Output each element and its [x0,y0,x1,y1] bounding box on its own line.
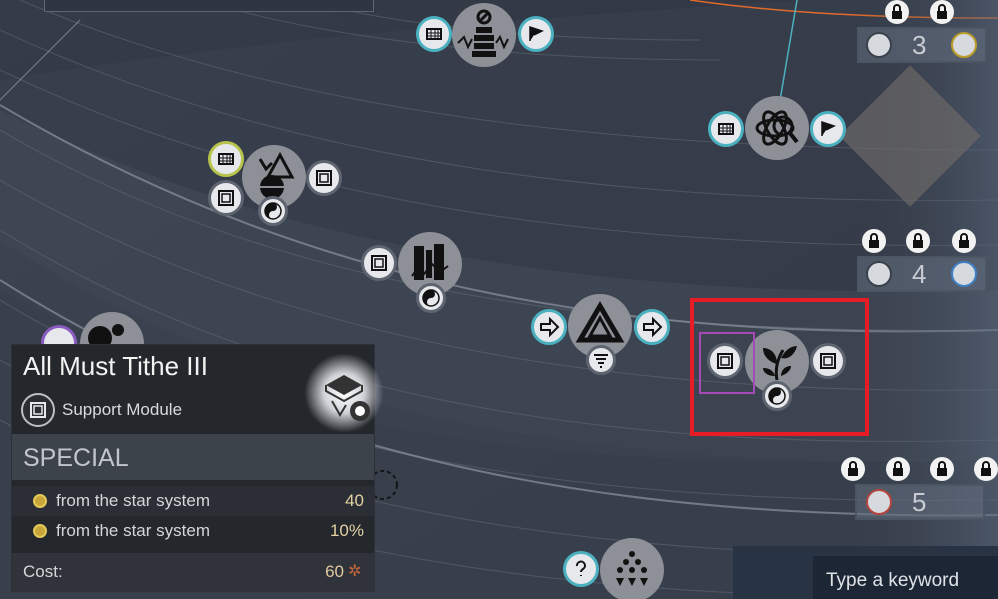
lock-icon [862,229,886,253]
tier-5-box[interactable]: 5 [855,484,985,520]
flag-icon[interactable] [810,111,846,147]
support-module-icon [21,393,55,427]
question-icon [866,32,892,58]
tier-3-box[interactable]: 3 [857,27,987,63]
effect-value: 10% [329,521,364,540]
lock-icon [930,457,954,481]
cost-label: Cost: [23,562,63,581]
cube-icon [951,32,977,58]
lock-icon [885,0,909,24]
tech-tree-canvas[interactable]: 3 4 5 All Must Tithe III Support Module … [0,0,998,599]
question-icon[interactable] [563,551,599,587]
census-icon[interactable] [708,111,744,147]
yin-yang-icon [258,196,288,226]
module-type-label: Support Module [62,400,183,419]
science-gear-icon: ✲ [348,563,362,580]
census-icon[interactable] [208,141,244,177]
cost-row: Cost: 60 ✲ [12,553,374,591]
cube-icon[interactable] [306,160,342,196]
tier-number: 4 [912,259,927,289]
lock-icon [906,229,930,253]
census-icon[interactable] [416,16,452,52]
atom-eye-icon[interactable] [745,96,809,160]
lock-icon [974,457,998,481]
lock-icon [886,457,910,481]
tech-emblem-icon [304,353,384,433]
tooltip-title: All Must Tithe III [23,351,208,381]
cube-icon[interactable] [208,180,244,216]
search-input[interactable] [813,556,998,599]
flag-icon[interactable] [518,16,554,52]
lock-icon [952,229,976,253]
arrow-right-icon[interactable] [531,309,567,345]
cube-icon [866,489,892,515]
tornado-icon [586,345,616,375]
effect-label: from the star system [56,521,210,540]
influence-coin-icon [33,524,47,538]
tier-number: 5 [912,487,927,517]
question-icon [866,261,892,287]
search-panel [733,546,998,599]
top-info-bar [44,0,374,12]
dots-tech-icon[interactable] [600,538,664,599]
lock-icon [841,457,865,481]
tech-tooltip: All Must Tithe III Support Module SPECIA… [11,344,384,592]
effect-label: from the star system [56,491,210,510]
cube-icon[interactable] [361,245,397,281]
tier-number: 3 [912,30,927,60]
yin-yang-icon [416,283,446,313]
effect-value: 40 [345,491,364,510]
arrow-right-icon[interactable] [634,309,670,345]
hovered-module-highlight [699,332,755,394]
effect-row: from the star system 40 [12,486,374,516]
section-label: SPECIAL [23,444,129,472]
lock-icon [930,0,954,24]
cube-icon [951,261,977,287]
influence-coin-icon [33,494,47,508]
tooltip-section-header: SPECIAL [12,434,374,480]
tier-4-box[interactable]: 4 [857,256,987,292]
effect-row: from the star system 10% [12,516,374,546]
cost-value: 60 [325,562,344,581]
obelisk-icon[interactable] [452,3,516,67]
